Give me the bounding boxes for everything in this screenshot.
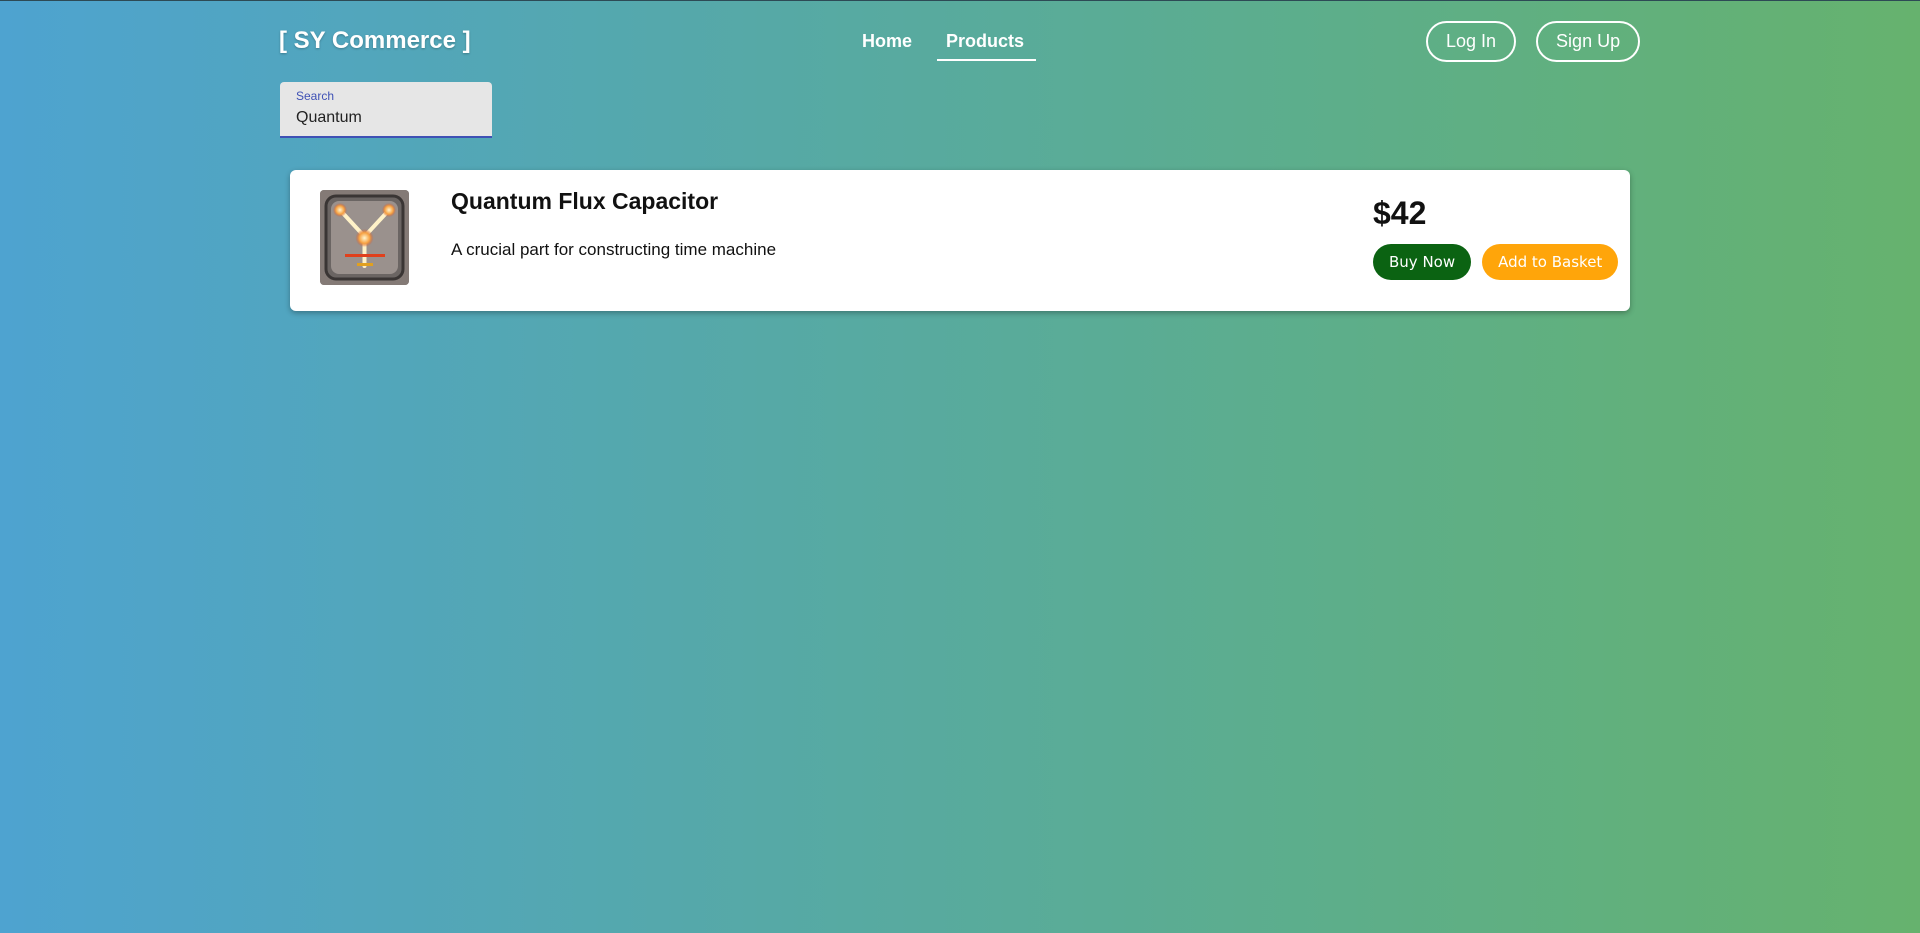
product-actions: Buy Now Add to Basket [1373,244,1619,280]
search-input[interactable] [296,107,476,129]
flux-capacitor-image[interactable] [320,190,409,285]
brand-logo[interactable]: [ SY Commerce ] [279,27,471,55]
signup-button[interactable]: Sign Up [1536,21,1641,62]
add-to-basket-button[interactable]: Add to Basket [1482,244,1619,280]
product-description: A crucial part for constructing time mac… [451,240,777,259]
nav-products-link[interactable]: Products [934,21,1037,61]
nav-home-link[interactable]: Home [850,21,924,61]
search-label: Search [296,89,335,103]
product-card: Quantum Flux Capacitor A crucial part fo… [290,170,1630,311]
top-navbar: [ SY Commerce ] Home Products Log In Sig… [0,1,1920,81]
buy-now-button[interactable]: Buy Now [1373,244,1472,280]
main-nav: Home Products [850,21,1037,61]
product-price: $42 [1373,195,1427,231]
login-button[interactable]: Log In [1426,21,1517,62]
auth-buttons: Log In Sign Up [1426,21,1641,62]
search-field[interactable]: Search [280,82,492,138]
product-name[interactable]: Quantum Flux Capacitor [451,188,718,215]
flux-capacitor-icon [320,190,409,285]
